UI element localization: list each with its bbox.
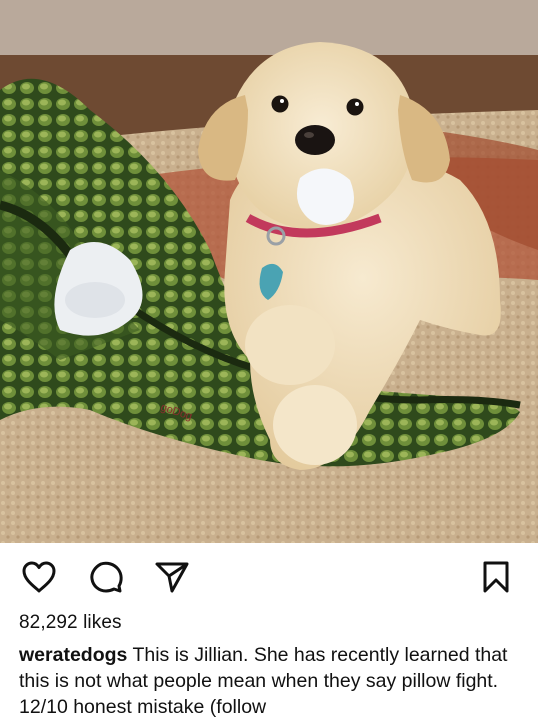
like-button[interactable]	[19, 557, 59, 597]
paper-plane-icon	[155, 562, 189, 593]
share-button[interactable]	[152, 557, 192, 597]
bookmark-outline-icon	[483, 561, 509, 593]
post-photo[interactable]: goDog	[0, 0, 538, 543]
caption-username[interactable]: weratedogs	[19, 644, 127, 666]
speech-bubble-icon	[90, 561, 123, 593]
post-action-bar	[0, 543, 538, 607]
heart-outline-icon	[22, 561, 56, 593]
post-caption: weratedogs This is Jillian. She has rece…	[19, 642, 524, 720]
puppy-photo-illustration: goDog	[0, 0, 538, 543]
comment-button[interactable]	[86, 557, 126, 597]
likes-count[interactable]: 82,292 likes	[19, 612, 122, 634]
save-button[interactable]	[476, 557, 516, 597]
